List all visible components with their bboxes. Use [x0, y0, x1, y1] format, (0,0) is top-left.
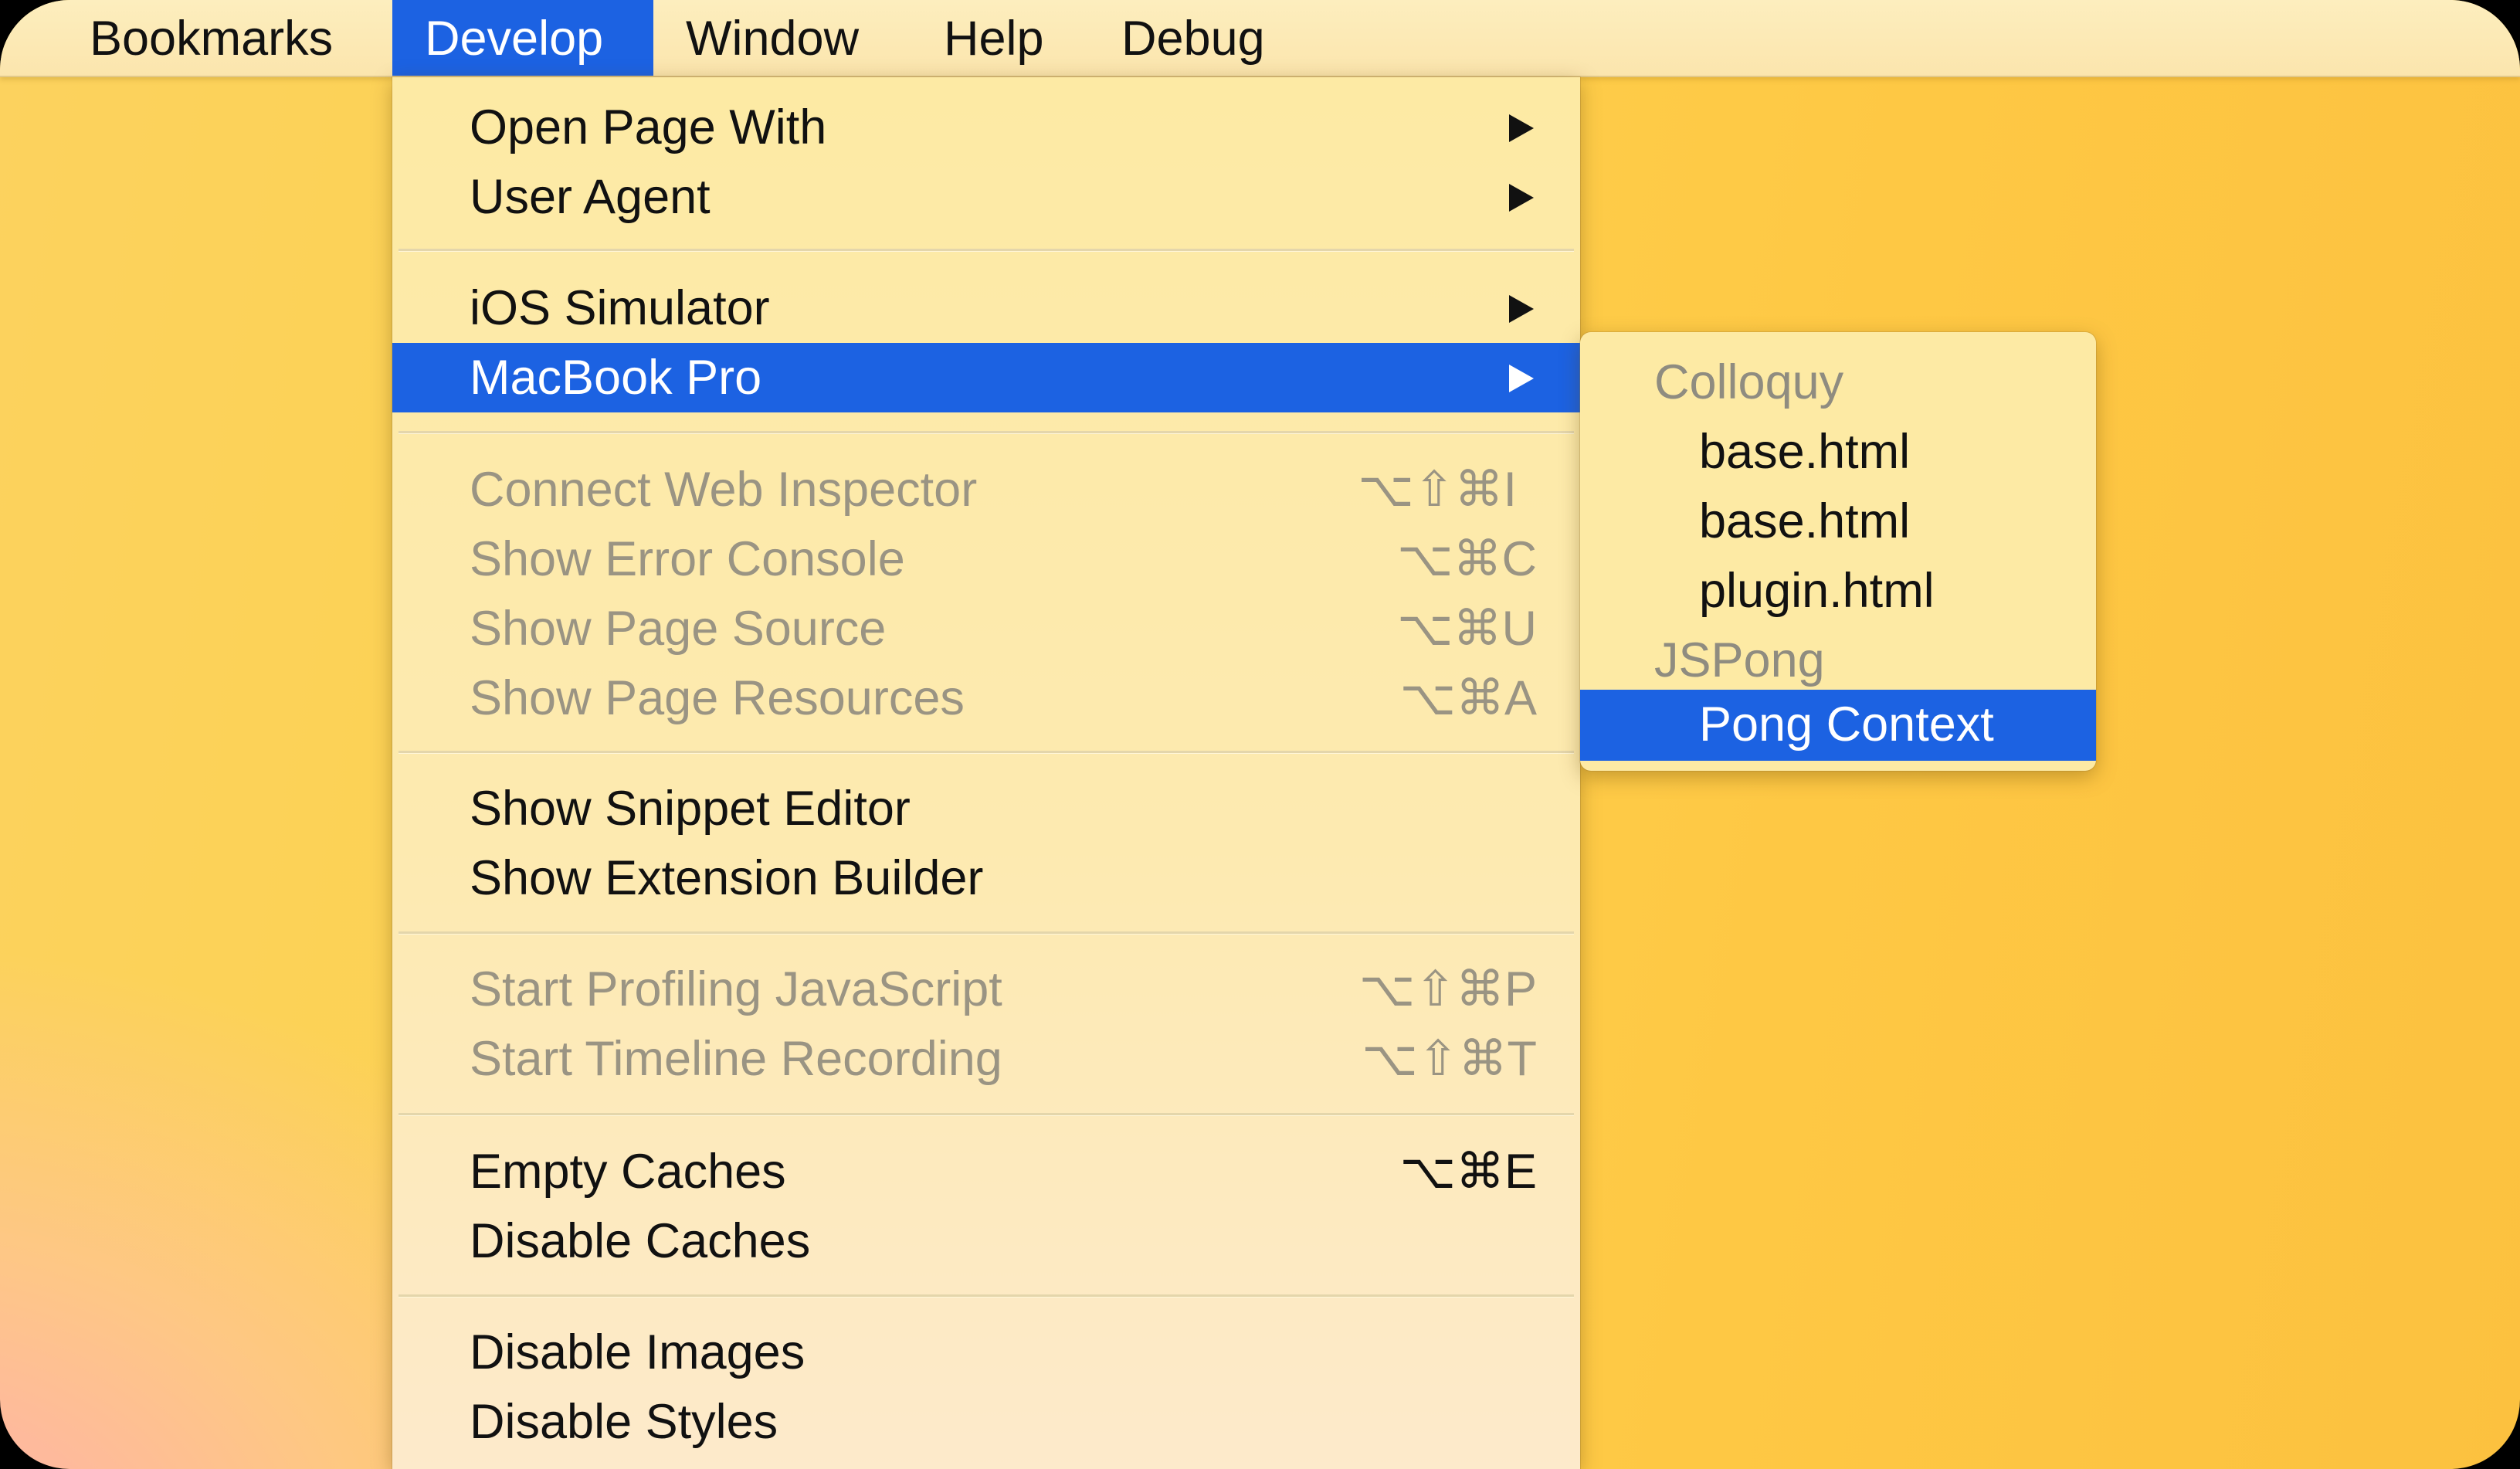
submenu-item-base-html-2[interactable]: base.html [1580, 487, 2096, 556]
menubar-window[interactable]: Window [653, 0, 891, 76]
menu-bar: Bookmarks Develop Window Help Debug [0, 0, 2520, 77]
develop-menu: Open Page With User Agent iOS Simulator … [392, 77, 1580, 1469]
menu-item-user-agent[interactable]: User Agent [392, 162, 1580, 232]
menu-item-label: Open Page With [470, 100, 827, 154]
menu-item-show-page-source[interactable]: Show Page Source ⌥⌘U [392, 594, 1580, 663]
menu-item-label: Show Page Resources [470, 671, 965, 725]
submenu-arrow-icon [1509, 295, 1534, 323]
menu-item-shortcut: ⌥⌘A [1399, 671, 1537, 725]
submenu-item-base-html[interactable]: base.html [1580, 417, 2096, 487]
menu-separator [399, 1294, 1574, 1298]
screen: Bookmarks Develop Window Help Debug Open… [0, 0, 2520, 1469]
menu-item-label: iOS Simulator [470, 281, 770, 335]
menu-item-shortcut: ⌥⇧⌘P [1358, 962, 1537, 1016]
menu-item-macbook-pro[interactable]: MacBook Pro [392, 343, 1580, 412]
menu-item-label: User Agent [470, 170, 711, 224]
submenu-item-pong-context[interactable]: Pong Context [1580, 690, 2096, 761]
menu-item-empty-caches[interactable]: Empty Caches ⌥⌘E [392, 1137, 1580, 1206]
submenu-item-label: plugin.html [1699, 564, 1935, 618]
menu-item-label: MacBook Pro [470, 351, 762, 405]
menu-item-label: Show Page Source [470, 602, 887, 656]
menubar-develop[interactable]: Develop [392, 0, 653, 76]
menu-separator [399, 1113, 1574, 1116]
menu-item-shortcut: ⌥⇧⌘T [1362, 1032, 1537, 1086]
menu-item-label: Connect Web Inspector [470, 463, 978, 517]
menu-item-label: Disable Caches [470, 1214, 811, 1268]
menu-item-connect-web-inspector[interactable]: Connect Web Inspector ⌥⇧⌘I [392, 455, 1580, 524]
menu-item-show-error-console[interactable]: Show Error Console ⌥⌘C [392, 524, 1580, 594]
menu-separator [399, 931, 1574, 935]
menu-item-label: Show Snippet Editor [470, 782, 911, 836]
submenu-arrow-icon [1509, 184, 1534, 212]
menu-item-shortcut: ⌥⌘C [1396, 532, 1537, 586]
menubar-debug[interactable]: Debug [1089, 0, 1297, 76]
menu-item-label: Disable Images [470, 1325, 806, 1379]
menu-item-shortcut: ⌥⇧⌘I [1358, 463, 1517, 517]
menu-item-label: Start Profiling JavaScript [470, 962, 1002, 1016]
menu-item-show-page-resources[interactable]: Show Page Resources ⌥⌘A [392, 663, 1580, 733]
menu-item-label: Show Error Console [470, 532, 905, 586]
menu-item-label: Empty Caches [470, 1145, 786, 1199]
menu-item-start-profiling-javascript[interactable]: Start Profiling JavaScript ⌥⇧⌘P [392, 955, 1580, 1024]
menu-item-disable-images[interactable]: Disable Images [392, 1318, 1580, 1387]
submenu-arrow-icon [1509, 365, 1534, 392]
menu-item-label: Start Timeline Recording [470, 1032, 1002, 1086]
menu-item-start-timeline-recording[interactable]: Start Timeline Recording ⌥⇧⌘T [392, 1024, 1580, 1094]
menu-item-shortcut: ⌥⌘E [1399, 1145, 1537, 1199]
submenu-item-label: Pong Context [1699, 697, 1994, 751]
macbook-pro-submenu: Colloquy base.html base.html plugin.html… [1580, 332, 2096, 771]
menu-item-label: Disable Styles [470, 1395, 778, 1449]
menu-item-disable-styles[interactable]: Disable Styles [392, 1387, 1580, 1457]
menu-item-ios-simulator[interactable]: iOS Simulator [392, 273, 1580, 343]
menubar-bookmarks[interactable]: Bookmarks [57, 0, 365, 76]
menu-item-shortcut: ⌥⌘U [1396, 602, 1537, 656]
submenu-group-jspong: JSPong [1580, 626, 2096, 695]
menu-item-open-page-with[interactable]: Open Page With [392, 93, 1580, 162]
menu-separator [399, 751, 1574, 754]
menu-item-show-extension-builder[interactable]: Show Extension Builder [392, 843, 1580, 913]
menu-item-disable-caches[interactable]: Disable Caches [392, 1206, 1580, 1276]
submenu-item-plugin-html[interactable]: plugin.html [1580, 556, 2096, 626]
menu-item-label: Show Extension Builder [470, 851, 984, 905]
submenu-arrow-icon [1509, 114, 1534, 142]
menu-item-show-snippet-editor[interactable]: Show Snippet Editor [392, 774, 1580, 843]
menu-separator [399, 249, 1574, 252]
submenu-group-label: JSPong [1654, 633, 1825, 687]
submenu-group-colloquy: Colloquy [1580, 348, 2096, 417]
submenu-item-label: base.html [1699, 494, 1911, 548]
menubar-help[interactable]: Help [911, 0, 1077, 76]
menu-separator [399, 431, 1574, 434]
submenu-group-label: Colloquy [1654, 355, 1844, 409]
submenu-item-label: base.html [1699, 425, 1911, 479]
